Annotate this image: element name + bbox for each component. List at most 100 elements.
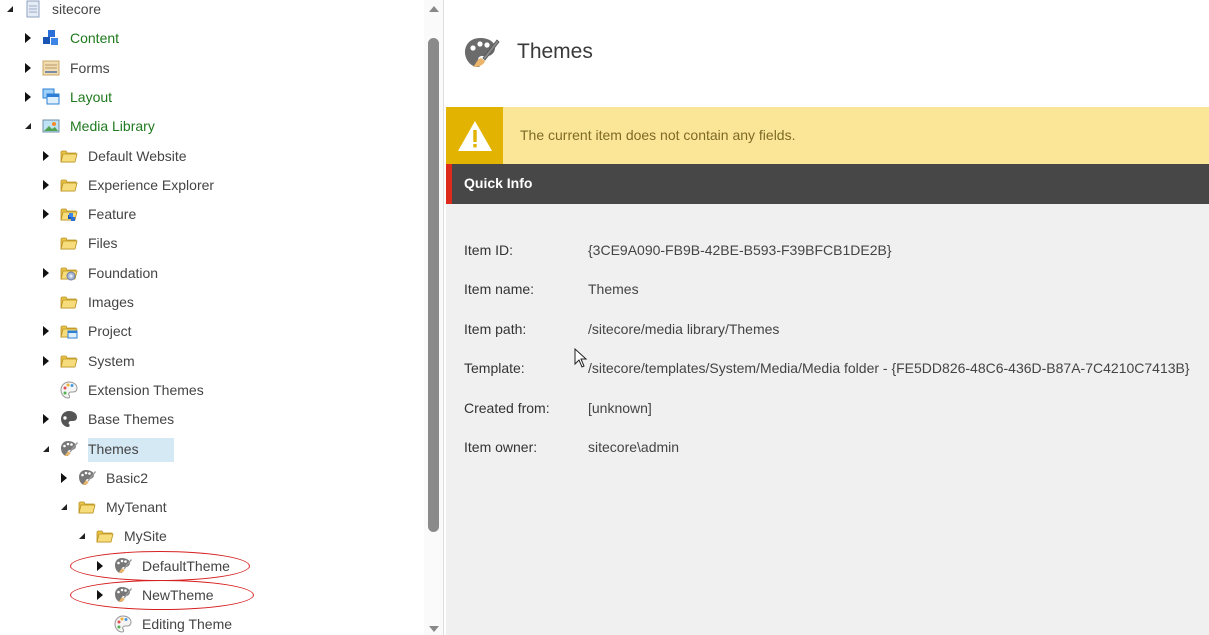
expand-arrow-icon[interactable] [40, 413, 52, 425]
document-icon [24, 0, 42, 18]
tree-node-label[interactable]: MyTenant [102, 497, 171, 517]
palette-brush-icon [114, 557, 132, 575]
tree-node-label[interactable]: Base Themes [84, 409, 178, 429]
tree-node[interactable]: Feature [40, 202, 140, 226]
expand-arrow-icon[interactable] [22, 62, 34, 74]
tree-node-label[interactable]: Project [84, 321, 136, 341]
tree-scrollbar[interactable] [424, 0, 444, 635]
leaf-spacer [40, 384, 52, 396]
folder-icon [60, 352, 78, 370]
content-editor: Themes The current item does not contain… [446, 0, 1209, 635]
tree-node[interactable]: Forms [22, 56, 114, 80]
tree-node[interactable]: Base Themes [40, 407, 178, 431]
tree-node[interactable]: Basic2 [58, 466, 152, 490]
tree-node[interactable]: Default Website [40, 144, 191, 168]
folder-cubes-icon [60, 205, 78, 223]
tree-node-label[interactable]: Files [84, 233, 122, 253]
tree-node-label[interactable]: Extension Themes [84, 380, 208, 400]
mouse-cursor-icon [574, 347, 588, 371]
scroll-up-arrow-icon[interactable] [429, 6, 439, 12]
palette-color-icon [114, 615, 132, 633]
tree-node[interactable]: DefaultTheme [94, 554, 234, 578]
quick-info-value: Themes [588, 281, 639, 297]
expand-arrow-icon[interactable] [40, 208, 52, 220]
tree-node[interactable]: Editing Theme [94, 612, 236, 635]
collapse-arrow-icon[interactable] [4, 3, 16, 15]
item-title: Themes [517, 40, 593, 63]
tree-node[interactable]: Layout [22, 85, 116, 109]
tree-node-label[interactable]: Basic2 [102, 468, 152, 488]
scroll-thumb[interactable] [428, 38, 439, 532]
tree-node[interactable]: Images [40, 290, 138, 314]
tree-node[interactable]: sitecore [4, 0, 105, 21]
expand-arrow-icon[interactable] [94, 560, 106, 572]
image-icon [42, 117, 60, 135]
warning-icon [446, 107, 503, 164]
expand-arrow-icon[interactable] [22, 32, 34, 44]
tree-node-label[interactable]: Forms [66, 58, 114, 78]
collapse-arrow-icon[interactable] [58, 501, 70, 513]
tree-node[interactable]: Files [40, 231, 122, 255]
tree-node-label[interactable]: Content [66, 28, 123, 48]
quick-info-value[interactable]: {3CE9A090-FB9B-42BE-B593-F39BFCB1DE2B} [588, 242, 892, 258]
expand-arrow-icon[interactable] [22, 91, 34, 103]
tree-node-label[interactable]: Layout [66, 87, 116, 107]
quick-info-label: Template: [464, 360, 525, 376]
tree-node[interactable]: Project [40, 319, 136, 343]
expand-arrow-icon[interactable] [94, 589, 106, 601]
folder-gear-icon [60, 264, 78, 282]
tree-node-label[interactable]: Media Library [66, 116, 159, 136]
quick-info-value[interactable]: /sitecore/templates/System/Media/Media f… [588, 360, 1190, 376]
expand-arrow-icon[interactable] [40, 150, 52, 162]
content-tree: sitecore Content Forms Layout Media Library … [0, 0, 424, 635]
cubes-icon [42, 29, 60, 47]
tree-node[interactable]: Themes [40, 437, 143, 461]
tree-node-label[interactable]: DefaultTheme [138, 556, 234, 576]
expand-arrow-icon[interactable] [40, 179, 52, 191]
tree-node[interactable]: System [40, 349, 139, 373]
palette-dark-icon [60, 410, 78, 428]
tree-node-label[interactable]: Experience Explorer [84, 175, 218, 195]
tree-node[interactable]: Content [22, 26, 123, 50]
tree-node[interactable]: Media Library [22, 114, 159, 138]
expand-arrow-icon[interactable] [40, 267, 52, 279]
tree-node-label[interactable]: MySite [120, 526, 171, 546]
scroll-down-arrow-icon[interactable] [429, 626, 439, 632]
tree-node[interactable]: MyTenant [58, 495, 171, 519]
tree-node-label[interactable]: sitecore [48, 0, 105, 19]
collapse-arrow-icon[interactable] [40, 443, 52, 455]
quick-info-label: Item owner: [464, 439, 538, 455]
folder-icon [78, 498, 96, 516]
quick-info-value: [unknown] [588, 400, 652, 416]
tree-node[interactable]: MySite [76, 524, 171, 548]
quick-info-label: Created from: [464, 400, 550, 416]
folder-icon [60, 234, 78, 252]
warning-message: The current item does not contain any fi… [520, 127, 796, 143]
warning-banner: The current item does not contain any fi… [446, 107, 1209, 164]
leaf-spacer [40, 237, 52, 249]
collapse-arrow-icon[interactable] [22, 120, 34, 132]
folder-window-icon [60, 322, 78, 340]
palette-brush-icon [78, 469, 96, 487]
tree-node-label[interactable]: Feature [84, 204, 140, 224]
tree-node[interactable]: NewTheme [94, 583, 218, 607]
tree-node-label[interactable]: NewTheme [138, 585, 218, 605]
tree-node-label[interactable]: Themes [84, 439, 143, 459]
expand-arrow-icon[interactable] [40, 355, 52, 367]
tree-node[interactable]: Experience Explorer [40, 173, 218, 197]
palette-brush-icon [60, 440, 78, 458]
tree-node[interactable]: Foundation [40, 261, 162, 285]
palette-brush-icon [114, 586, 132, 604]
tree-node-label[interactable]: Editing Theme [138, 614, 236, 634]
leaf-spacer [40, 296, 52, 308]
tree-node-label[interactable]: Foundation [84, 263, 162, 283]
tree-node-label[interactable]: Images [84, 292, 138, 312]
tree-node-label[interactable]: Default Website [84, 146, 191, 166]
expand-arrow-icon[interactable] [58, 472, 70, 484]
tree-node[interactable]: Extension Themes [40, 378, 208, 402]
expand-arrow-icon[interactable] [40, 325, 52, 337]
quick-info-section-header[interactable]: Quick Info [446, 164, 1209, 204]
leaf-spacer [94, 618, 106, 630]
collapse-arrow-icon[interactable] [76, 530, 88, 542]
tree-node-label[interactable]: System [84, 351, 139, 371]
